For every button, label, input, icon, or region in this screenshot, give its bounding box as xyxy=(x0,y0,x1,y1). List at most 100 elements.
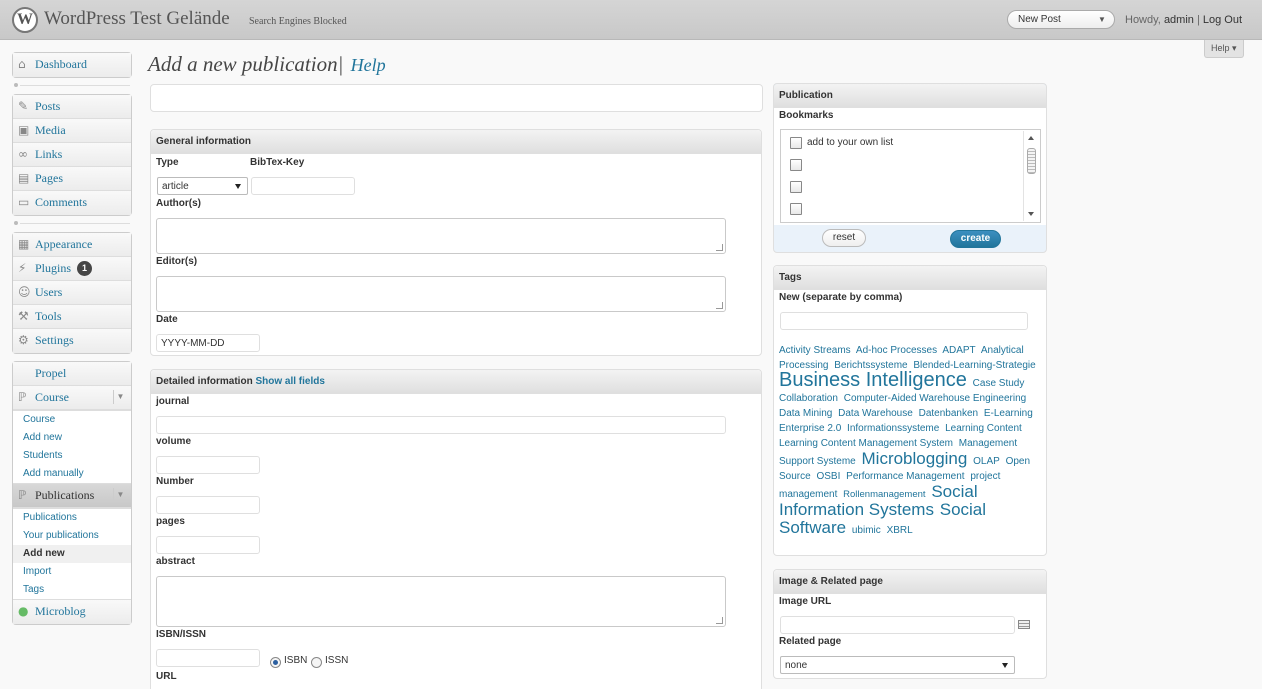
abstract-label: abstract xyxy=(156,556,195,567)
tag-link[interactable]: E-Learning xyxy=(984,408,1033,419)
menu-microblog-label: Microblog xyxy=(35,604,86,618)
tag-link[interactable]: Rollenmanagement xyxy=(843,489,925,500)
submenu-course-add-new[interactable]: Add new xyxy=(13,429,131,447)
menu-links[interactable]: ∞ Links xyxy=(13,143,131,167)
tag-link[interactable]: Case Study xyxy=(973,378,1025,389)
pages-icon: ▤ xyxy=(18,171,30,185)
menu-course[interactable]: ℙ Course ▼ xyxy=(13,386,131,410)
tag-link[interactable]: Ad-hoc Processes xyxy=(856,345,937,356)
tag-link[interactable]: Business Intelligence xyxy=(779,369,967,391)
user-greeting: Howdy, admin | Log Out xyxy=(1125,14,1242,26)
tag-link[interactable]: ubimic xyxy=(852,525,881,536)
isbn-radio[interactable] xyxy=(270,657,281,668)
submenu-add-new-publication[interactable]: Add new xyxy=(13,545,131,563)
menu-appearance[interactable]: ▦ Appearance xyxy=(13,233,131,257)
journal-input[interactable] xyxy=(156,416,726,434)
pages-input[interactable] xyxy=(156,536,260,554)
tag-link[interactable]: Microblogging xyxy=(862,449,968,468)
submenu-import[interactable]: Import xyxy=(13,563,131,581)
issn-radio[interactable] xyxy=(311,657,322,668)
menu-settings[interactable]: ⚙ Settings xyxy=(13,329,131,353)
chevron-down-icon[interactable]: ▼ xyxy=(113,488,127,502)
new-tags-input[interactable] xyxy=(780,312,1028,330)
help-link[interactable]: Help xyxy=(351,55,386,75)
menu-dashboard[interactable]: ⌂ Dashboard xyxy=(13,53,131,77)
submenu-your-publications[interactable]: Your publications xyxy=(13,527,131,545)
publication-title-input[interactable] xyxy=(150,84,763,112)
create-button[interactable]: create xyxy=(950,230,1001,248)
bibtex-key-input[interactable] xyxy=(251,177,355,195)
menu-group-plugins: Propel ℙ Course ▼ Course Add new Students … xyxy=(12,361,132,625)
tag-link[interactable]: Data Warehouse xyxy=(838,408,913,419)
menu-tools-label: Tools xyxy=(35,309,62,323)
publications-submenu: Publications Your publications Add new I… xyxy=(13,508,131,600)
scroll-thumb[interactable] xyxy=(1027,148,1036,174)
menu-posts[interactable]: ✎ Posts xyxy=(13,95,131,119)
volume-input[interactable] xyxy=(156,456,260,474)
menu-pages[interactable]: ▤ Pages xyxy=(13,167,131,191)
date-input[interactable]: YYYY-MM-DD xyxy=(156,334,260,352)
tag-link[interactable]: Learning Content Management System xyxy=(779,438,953,449)
number-input[interactable] xyxy=(156,496,260,514)
media-upload-icon[interactable] xyxy=(1018,620,1030,629)
publication-heading: Publication xyxy=(774,84,1046,108)
authors-textarea[interactable] xyxy=(156,218,726,254)
tag-link[interactable]: Computer-Aided Warehouse Engineering xyxy=(844,393,1027,404)
bookmark-checkbox[interactable] xyxy=(790,203,802,215)
submenu-add-manually[interactable]: Add manually xyxy=(13,465,131,483)
menu-users-label: Users xyxy=(35,285,63,299)
editors-textarea[interactable] xyxy=(156,276,726,312)
tag-link[interactable]: Activity Streams xyxy=(779,345,851,356)
course-submenu: Course Add new Students Add manually xyxy=(13,410,131,484)
tag-link[interactable]: OSBI xyxy=(816,471,840,482)
menu-publications[interactable]: ℙ Publications ▼ xyxy=(13,484,131,508)
username-link[interactable]: admin xyxy=(1164,14,1194,26)
menu-media[interactable]: ▣ Media xyxy=(13,119,131,143)
chevron-down-icon[interactable]: ▼ xyxy=(113,390,127,404)
tag-link[interactable]: Informationssysteme xyxy=(847,423,939,434)
settings-icon: ⚙ xyxy=(18,333,29,347)
menu-users[interactable]: ☺ Users xyxy=(13,281,131,305)
logout-link[interactable]: Log Out xyxy=(1203,14,1242,26)
submenu-publications[interactable]: Publications xyxy=(13,509,131,527)
site-title[interactable]: WordPress Test Gelände xyxy=(44,8,230,30)
related-page-select[interactable]: none xyxy=(780,656,1015,674)
image-url-input[interactable] xyxy=(780,616,1015,634)
menu-comments[interactable]: ▭ Comments xyxy=(13,191,131,215)
help-tab[interactable]: Help ▾ xyxy=(1204,40,1244,58)
wordpress-logo-icon[interactable]: W xyxy=(12,7,38,33)
reset-button[interactable]: reset xyxy=(822,229,866,247)
microblog-icon: ● xyxy=(18,604,29,618)
scroll-down-icon[interactable] xyxy=(1028,212,1034,216)
menu-separator xyxy=(12,82,132,88)
bookmark-checkbox[interactable] xyxy=(790,159,802,171)
tag-link[interactable]: Datenbanken xyxy=(919,408,979,419)
menu-propel[interactable]: Propel xyxy=(13,362,131,386)
menu-group-content: ✎ Posts ▣ Media ∞ Links ▤ Pages ▭ Comments xyxy=(12,94,132,216)
tag-link[interactable]: ADAPT xyxy=(942,345,975,356)
menu-plugins[interactable]: ⚡ Plugins 1 xyxy=(13,257,131,281)
tag-link[interactable]: Learning Content xyxy=(945,423,1022,434)
chevron-down-icon[interactable]: ▼ xyxy=(1095,13,1109,27)
teachpress-icon: ℙ xyxy=(18,488,27,502)
isbn-issn-input[interactable] xyxy=(156,649,260,667)
bookmark-checkbox[interactable] xyxy=(790,181,802,193)
bookmarks-scrollbar[interactable] xyxy=(1023,131,1038,221)
show-all-fields-link[interactable]: Show all fields xyxy=(255,376,324,387)
tag-link[interactable]: Collaboration xyxy=(779,393,838,404)
tag-link[interactable]: Performance Management xyxy=(846,471,964,482)
submenu-tags[interactable]: Tags xyxy=(13,581,131,599)
abstract-textarea[interactable] xyxy=(156,576,726,627)
tag-link[interactable]: Data Mining xyxy=(779,408,832,419)
appearance-icon: ▦ xyxy=(18,237,30,251)
submenu-students[interactable]: Students xyxy=(13,447,131,465)
menu-microblog[interactable]: ● Microblog xyxy=(13,600,131,624)
type-select[interactable]: article xyxy=(157,177,248,195)
tag-link[interactable]: Enterprise 2.0 xyxy=(779,423,841,434)
tag-link[interactable]: OLAP xyxy=(973,456,1000,467)
tag-link[interactable]: XBRL xyxy=(887,525,913,536)
submenu-course[interactable]: Course xyxy=(13,411,131,429)
scroll-up-icon[interactable] xyxy=(1028,136,1034,140)
bookmark-checkbox-own-list[interactable] xyxy=(790,137,802,149)
menu-tools[interactable]: ⚒ Tools xyxy=(13,305,131,329)
